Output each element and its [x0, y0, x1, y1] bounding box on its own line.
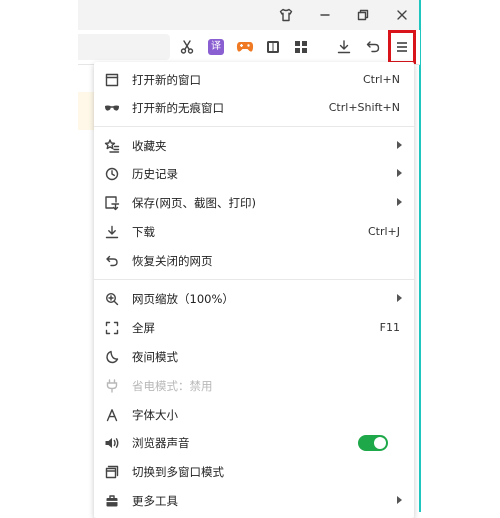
menu-item-label: 打开新的无痕窗口: [132, 101, 224, 115]
menu-item-shortcut: Ctrl+Shift+N: [328, 101, 400, 114]
zoom-icon: [104, 291, 120, 307]
menu-item-label: 夜间模式: [132, 350, 178, 364]
multi-window-icon: [104, 464, 120, 480]
moon-icon: [104, 349, 120, 365]
menu-item-night-mode[interactable]: 夜间模式: [94, 343, 414, 371]
submenu-arrow-icon: [397, 141, 402, 149]
menu-item-fullscreen[interactable]: 全屏 F11: [94, 314, 414, 342]
menu-item-downloads[interactable]: 下载 Ctrl+J: [94, 218, 414, 246]
submenu-arrow-icon: [397, 169, 402, 177]
main-menu: 打开新的窗口 Ctrl+N 打开新的无痕窗口 Ctrl+Shift+N 收藏夹 …: [94, 62, 414, 518]
menu-item-label: 历史记录: [132, 167, 178, 181]
skin-button[interactable]: [273, 4, 299, 26]
apps-button[interactable]: [290, 36, 312, 58]
menu-item-font-size[interactable]: 字体大小: [94, 401, 414, 429]
menu-item-favorites[interactable]: 收藏夹: [94, 132, 414, 160]
submenu-arrow-icon: [397, 198, 402, 206]
toggle-knob: [374, 437, 386, 449]
menu-item-label: 全屏: [132, 321, 155, 335]
incognito-icon: [104, 100, 120, 116]
submenu-arrow-icon: [397, 496, 402, 504]
submenu-arrow-icon: [397, 294, 402, 302]
menu-item-reopen-closed[interactable]: 恢复关闭的网页: [94, 247, 414, 275]
translate-icon: 译: [208, 39, 224, 55]
undo-icon: [366, 41, 380, 53]
menu-item-label: 恢复关闭的网页: [132, 254, 213, 268]
menu-item-label: 收藏夹: [132, 139, 167, 153]
menu-item-multi-window[interactable]: 切换到多窗口模式: [94, 458, 414, 486]
address-bar[interactable]: [78, 34, 170, 60]
screenshot-button[interactable]: [176, 36, 198, 58]
menu-item-save[interactable]: 保存(网页、截图、打印): [94, 189, 414, 217]
restore-button[interactable]: [350, 4, 376, 26]
menu-item-label: 下载: [132, 225, 155, 239]
undo-icon: [104, 253, 120, 269]
menu-item-label: 省电模式：禁用: [132, 379, 213, 393]
download-icon: [337, 40, 351, 54]
translate-button[interactable]: 译: [205, 36, 227, 58]
book-icon: [267, 41, 279, 53]
menu-item-label: 浏览器声音: [132, 436, 190, 450]
toolbox-icon: [104, 493, 120, 509]
restore-icon: [357, 9, 369, 21]
window-edge: [419, 0, 421, 512]
downloads-button[interactable]: [333, 36, 355, 58]
download-icon: [104, 224, 120, 240]
grid-icon: [295, 41, 307, 53]
clock-icon: [104, 166, 120, 182]
menu-item-label: 切换到多窗口模式: [132, 465, 224, 479]
menu-item-shortcut: Ctrl+J: [367, 225, 400, 238]
menu-item-label: 网页缩放（100%）: [132, 292, 234, 306]
menu-item-label: 保存(网页、截图、打印): [132, 196, 256, 210]
menu-item-shortcut: Ctrl+N: [362, 73, 400, 86]
hamburger-icon: [397, 42, 407, 52]
power-plug-icon: [104, 378, 120, 394]
menu-item-power-saving: 省电模式：禁用: [94, 372, 414, 400]
menu-item-label: 字体大小: [132, 408, 178, 422]
close-icon: [397, 10, 407, 20]
close-button[interactable]: [389, 4, 415, 26]
gamepad-icon: [236, 42, 254, 52]
menu-item-browser-sound[interactable]: 浏览器声音: [94, 429, 414, 457]
reader-button[interactable]: [262, 36, 284, 58]
menu-item-label: 更多工具: [132, 494, 178, 508]
star-list-icon: [104, 138, 120, 154]
tshirt-icon: [279, 8, 293, 22]
menu-separator: [94, 279, 414, 280]
font-icon: [104, 407, 120, 423]
undo-close-button[interactable]: [362, 36, 384, 58]
main-menu-button[interactable]: [388, 30, 416, 64]
menu-item-new-window[interactable]: 打开新的窗口 Ctrl+N: [94, 66, 414, 94]
minimize-button[interactable]: [312, 4, 338, 26]
sound-toggle[interactable]: [358, 435, 388, 451]
save-page-icon: [104, 195, 120, 211]
menu-separator: [94, 126, 414, 127]
scissors-icon: [180, 40, 194, 54]
menu-item-history[interactable]: 历史记录: [94, 160, 414, 188]
speaker-icon: [104, 435, 120, 451]
window-icon: [104, 72, 120, 88]
menu-item-zoom[interactable]: 网页缩放（100%）: [94, 285, 414, 313]
menu-item-new-incognito-window[interactable]: 打开新的无痕窗口 Ctrl+Shift+N: [94, 94, 414, 122]
minimize-icon: [320, 14, 330, 16]
menu-item-shortcut: F11: [379, 321, 400, 334]
game-button[interactable]: [234, 36, 256, 58]
menu-item-label: 打开新的窗口: [132, 73, 201, 87]
menu-item-more-tools[interactable]: 更多工具: [94, 487, 414, 515]
fullscreen-icon: [104, 320, 120, 336]
